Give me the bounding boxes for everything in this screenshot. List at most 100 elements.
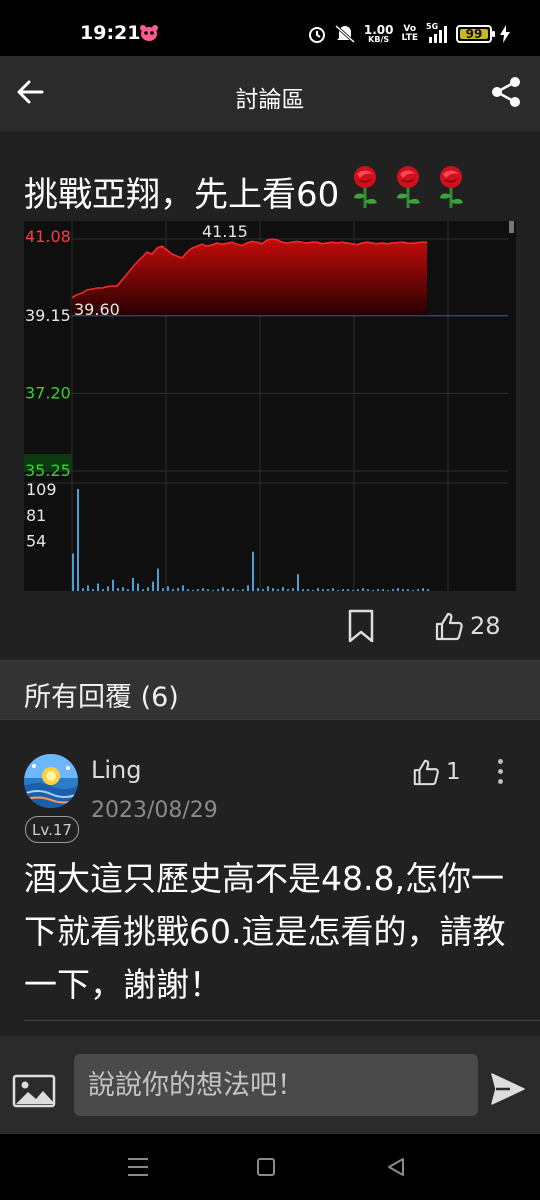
post-like-count: 28 [470, 612, 501, 640]
charging-icon [500, 25, 510, 43]
volume-bar [252, 551, 254, 591]
post-actions: 28 [0, 609, 540, 659]
more-options-icon[interactable] [490, 756, 510, 786]
volume-bar [157, 568, 159, 591]
volume-bar [397, 588, 399, 591]
volume-bar [202, 588, 204, 591]
volume-bar [207, 589, 209, 591]
volume-bar [402, 589, 404, 591]
image-upload-icon[interactable] [12, 1074, 56, 1108]
volume-bar [127, 589, 129, 591]
volume-bar [317, 588, 319, 591]
stock-chart[interactable]: 41.08 39.15 37.20 35.25 41.15 39.60 109 81 54 [24, 221, 516, 591]
volume-bar [262, 589, 264, 591]
volume-bar [82, 588, 84, 591]
volume-bar [192, 590, 194, 591]
volume-bar [187, 589, 189, 591]
share-button[interactable] [486, 72, 526, 112]
post-title: 挑戰亞翔，先上看60 [24, 165, 468, 218]
avatar-image [24, 754, 78, 808]
volume-bar [297, 574, 299, 591]
avatar[interactable] [24, 754, 78, 808]
price-axis-label: 35.25 [25, 461, 71, 480]
system-nav-bar [0, 1134, 540, 1200]
volume-bar [142, 589, 144, 591]
volume-axis-label: 81 [26, 506, 46, 525]
volume-bar [182, 585, 184, 591]
volume-bar [272, 588, 274, 591]
send-icon[interactable] [490, 1072, 526, 1106]
volume-bar [337, 590, 339, 591]
status-time: 19:21 [80, 22, 141, 44]
volume-bar [97, 583, 99, 591]
network-speed: 1.00 KB/S [363, 23, 394, 44]
volume-bar [427, 589, 429, 591]
price-axis-label: 37.20 [25, 383, 71, 402]
comment-item: Lv.17 Ling 2023/08/29 1 酒大這只歷史高不是48.8,怎你… [0, 720, 540, 1036]
comment-author[interactable]: Ling [91, 756, 141, 784]
bookmark-icon[interactable] [346, 609, 376, 643]
replies-header: 所有回覆 (6) [0, 660, 540, 720]
share-icon [492, 77, 520, 107]
comment-text: 酒大這只歷史高不是48.8,怎你一下就看挑戰60.這是怎看的，請教一下，謝謝！ [24, 859, 506, 1004]
volume-bar [387, 590, 389, 591]
volte-indicator: Vo LTE [401, 24, 418, 43]
volume-bar [322, 589, 324, 591]
replies-title: 所有回覆 (6) [24, 682, 179, 713]
rose-emoji-icon [397, 166, 421, 208]
thumbs-up-icon [435, 612, 463, 641]
volume-bar [392, 589, 394, 591]
volume-bar [302, 589, 304, 591]
volume-bar [247, 585, 249, 591]
volume-bar [267, 586, 269, 591]
volume-bar [222, 587, 224, 591]
price-axis-label: 41.08 [25, 227, 71, 246]
volume-bar [282, 587, 284, 591]
volume-bar [382, 589, 384, 591]
comment-date: 2023/08/29 [91, 798, 218, 823]
post-like-button[interactable]: 28 [434, 609, 501, 643]
signal-bars-icon [429, 26, 447, 43]
volume-bar [197, 589, 199, 591]
volume-bar [357, 589, 359, 591]
volume-bar [242, 589, 244, 591]
volume-bar [367, 589, 369, 591]
home-button[interactable] [257, 1158, 275, 1176]
volume-axis-label: 54 [26, 531, 46, 550]
volume-bar [107, 586, 109, 591]
panda-notification-icon [140, 25, 158, 41]
volume-bar [377, 589, 379, 591]
volume-bar [347, 589, 349, 591]
volume-bar [417, 589, 419, 591]
volume-bar [77, 489, 79, 591]
comment-like-count: 1 [446, 759, 461, 785]
volume-bar [172, 589, 174, 591]
rose-emoji-icon [354, 166, 378, 208]
volume-axis-label: 109 [26, 480, 57, 499]
volume-bar [177, 588, 179, 591]
mute-icon [334, 24, 355, 44]
volume-bar [117, 588, 119, 591]
status-icons: 1.00 KB/S Vo LTE 5G 99 [308, 20, 510, 48]
divider [24, 1020, 540, 1021]
volume-bar [412, 590, 414, 591]
volume-bar [72, 553, 74, 591]
volume-bar [217, 589, 219, 591]
back-triangle-icon[interactable] [385, 1156, 407, 1178]
volume-bar [137, 583, 139, 591]
comment-input[interactable] [74, 1054, 478, 1116]
post: 挑戰亞翔，先上看60 41.08 39.15 37.20 35.25 41.15 39.6… [0, 131, 540, 660]
comment-like-button[interactable]: 1 [412, 758, 461, 786]
volume-bar [132, 577, 134, 591]
app-bar: 討論區 [0, 56, 540, 131]
volume-bar [332, 588, 334, 591]
volume-bar [112, 579, 114, 591]
volume-bar [307, 589, 309, 591]
recents-button[interactable] [128, 1158, 148, 1176]
chart-scroll-thumb [509, 221, 514, 233]
rose-emoji-icon [440, 166, 464, 208]
volume-bar [362, 588, 364, 591]
rose-emoji-group [339, 165, 468, 218]
volume-bar [92, 589, 94, 591]
low-label: 39.60 [74, 300, 120, 319]
